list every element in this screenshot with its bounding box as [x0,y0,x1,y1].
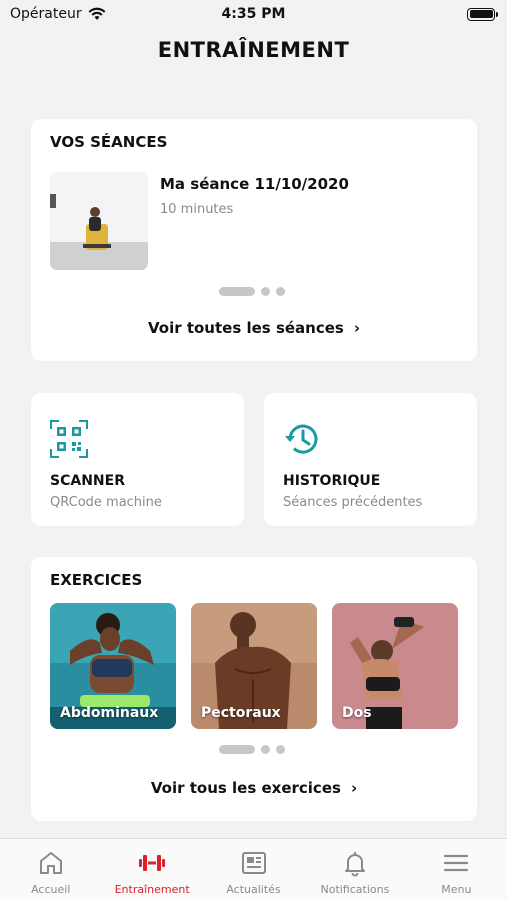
tab-label: Actualités [226,883,281,896]
exercises-title: EXERCICES [50,571,143,589]
pager-dot [261,287,270,296]
exercises-pager [219,745,285,754]
pager-dot-active [219,287,255,296]
sessions-card: VOS SÉANCES Ma séance 11/10/2020 10 minu… [31,119,477,361]
scanner-subtitle: QRCode machine [50,495,162,510]
see-all-sessions-label: Voir toutes les séances [147,319,344,337]
history-icon [285,424,318,454]
dumbbell-icon [139,855,166,871]
tab-label: Notifications [320,883,390,896]
session-duration: 10 minutes [160,202,234,217]
exercise-label: Dos [342,705,372,721]
status-bar: Opérateur 4:35 PM [0,0,507,28]
tab-actualites[interactable]: Actualités [203,839,304,900]
carrier-label: Opérateur [10,6,82,22]
scanner-title: SCANNER [50,473,125,489]
news-icon [241,852,266,874]
tab-menu[interactable]: Menu [406,839,507,900]
bell-icon [344,852,365,877]
wifi-icon [88,7,106,20]
exercise-label: Pectoraux [201,705,281,721]
see-all-exercises-label: Voir tous les exercices [150,779,341,797]
menu-icon [444,854,469,872]
exercise-label: Abdominaux [60,705,159,721]
see-all-sessions-link[interactable]: Voir toutes les séances › [31,319,477,337]
history-subtitle: Séances précédentes [283,495,423,510]
exercise-card-dos[interactable]: Dos [332,603,458,729]
sessions-pager [219,287,285,296]
tab-accueil[interactable]: Accueil [0,839,101,900]
see-all-exercises-link[interactable]: Voir tous les exercices › [31,779,477,797]
pager-dot [276,745,285,754]
chevron-right-icon: › [350,779,358,797]
sessions-title: VOS SÉANCES [50,133,168,151]
exercise-card-abdominaux[interactable]: Abdominaux [50,603,176,729]
tab-bar: Accueil Entraînement Actualités Notifica… [0,838,507,900]
tab-label: Entraînement [114,883,190,896]
exercises-card: EXERCICES Abdominaux Pectoraux Dos Voir … [31,557,477,821]
pager-dot [261,745,270,754]
page-title: ENTRAÎNEMENT [157,38,350,62]
scanner-tile[interactable]: SCANNER QRCode machine [31,393,244,526]
tab-entrainement[interactable]: Entraînement [101,839,202,900]
battery-icon [467,7,498,21]
qr-code-icon [50,420,88,458]
tab-label: Menu [441,883,472,896]
exercise-card-pectoraux[interactable]: Pectoraux [191,603,317,729]
chevron-right-icon: › [353,319,361,337]
tab-notifications[interactable]: Notifications [304,839,405,900]
pager-dot [276,287,285,296]
home-icon [39,852,62,874]
tab-label: Accueil [31,883,71,896]
history-title: HISTORIQUE [283,473,381,489]
session-name[interactable]: Ma séance 11/10/2020 [160,175,349,193]
pager-dot-active [219,745,255,754]
history-tile[interactable]: HISTORIQUE Séances précédentes [264,393,477,526]
session-thumbnail[interactable] [50,172,148,270]
